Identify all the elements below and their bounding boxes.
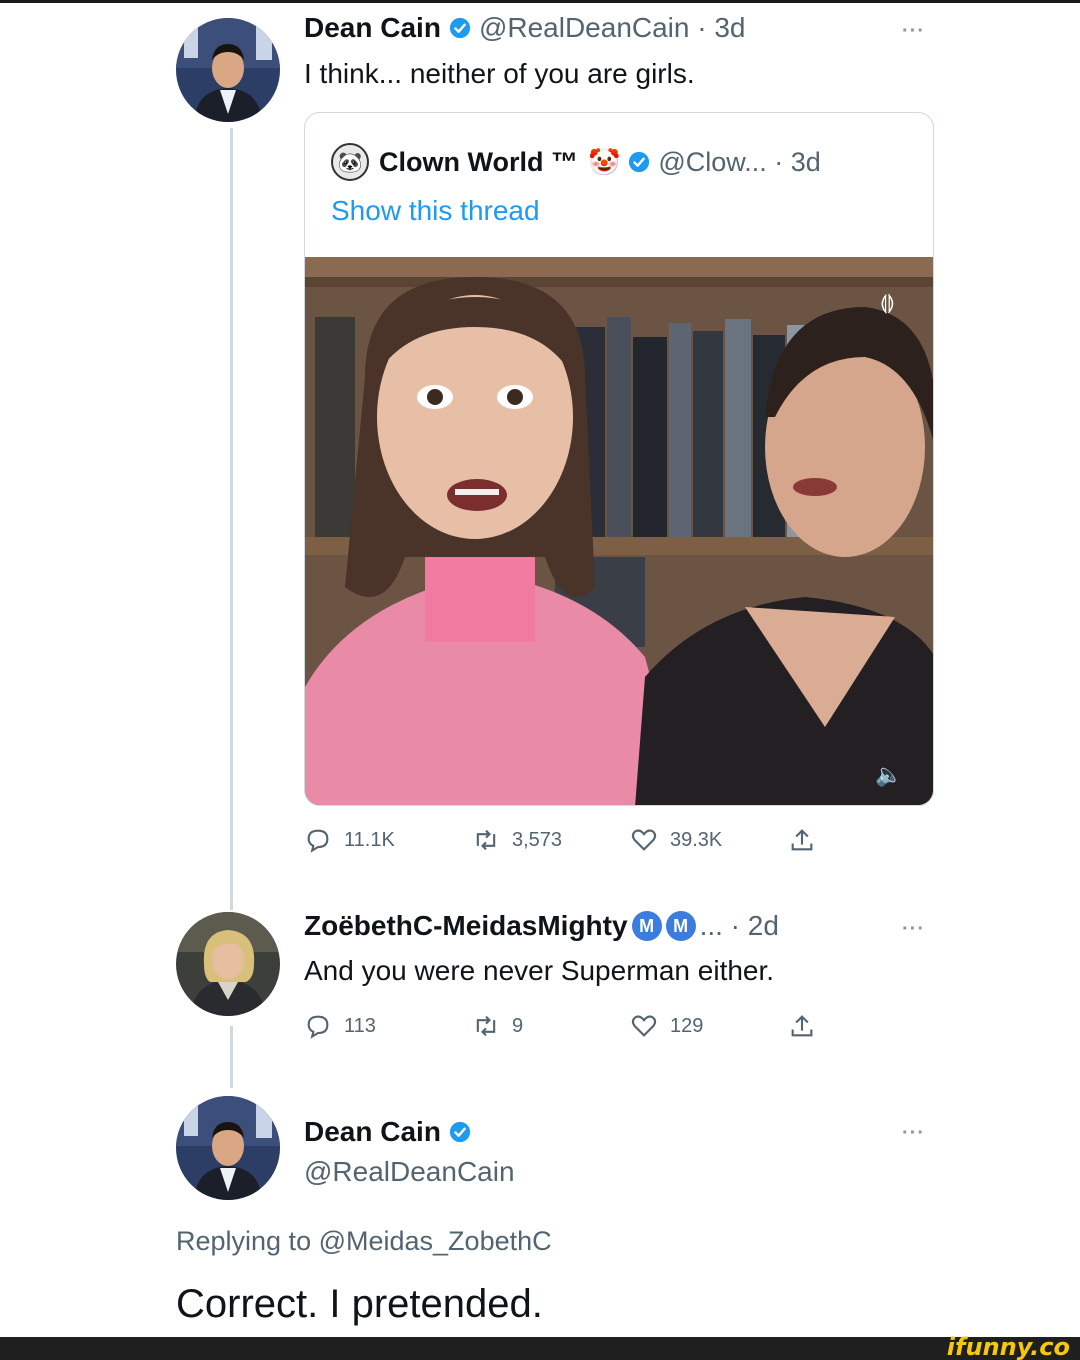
verified-badge-icon <box>449 17 471 39</box>
share-icon <box>791 1015 813 1037</box>
tweet1-like-count: 39.3K <box>670 828 723 851</box>
tweet2-author-name[interactable]: ZoëbethC-MeidasMighty <box>304 910 628 942</box>
tweet1-like-button[interactable]: 39.3K <box>630 826 722 854</box>
tweet2-like-count: 129 <box>670 1014 704 1037</box>
heart-icon <box>631 1015 657 1037</box>
show-thread-link[interactable]: Show this thread <box>331 195 540 227</box>
meidas-badge-icon: M <box>631 911 662 941</box>
tweet3-author-name[interactable]: Dean Cain <box>304 1116 441 1148</box>
avatar-zoebeth[interactable] <box>176 912 280 1016</box>
quote-handle-time[interactable]: @Clow... · 3d <box>658 147 820 178</box>
ifunny-watermark: ifunny.co <box>946 1333 1070 1360</box>
thread-line-2 <box>230 1026 233 1088</box>
tweet2-like-button[interactable]: 129 <box>630 1012 703 1040</box>
tweet1-retweet-count: 3,573 <box>512 828 563 851</box>
tweet2-reply-count: 113 <box>344 1014 376 1037</box>
tweet1-retweet-button[interactable]: 3,573 <box>472 826 562 854</box>
tweet2-handle-time[interactable]: ... · 2d <box>700 910 779 942</box>
replying-to-label: Replying to @Meidas_ZobethC <box>176 1226 552 1257</box>
replying-prefix: Replying to <box>176 1226 319 1256</box>
verified-badge-icon <box>628 151 650 173</box>
tweet1-header: Dean Cain @RealDeanCain · 3d <box>304 12 746 44</box>
tweet3-header: Dean Cain <box>304 1116 479 1148</box>
verified-badge-icon <box>449 1121 471 1143</box>
tweet1-reply-button[interactable]: 11.1K <box>304 826 395 854</box>
retweet-icon <box>476 829 496 851</box>
quoted-tweet-card[interactable]: 🐼 Clown World ™ 🤡 @Clow... · 3d Show thi… <box>304 112 934 806</box>
tweet2-reply-button[interactable]: 113 <box>304 1012 376 1040</box>
quote-video[interactable]: ⟬⟭ 🔈 <box>305 257 933 805</box>
footer-bar <box>0 1337 1080 1360</box>
meidas-badge-text: M <box>673 915 689 936</box>
tweet1-share-button[interactable] <box>788 826 828 854</box>
replying-to-mention[interactable]: @Meidas_ZobethC <box>319 1226 552 1256</box>
tweet2-retweet-count: 9 <box>512 1014 524 1037</box>
svg-text:🔈: 🔈 <box>875 763 902 788</box>
retweet-icon <box>476 1015 496 1037</box>
heart-icon <box>631 829 657 851</box>
tweet3-text: Correct. I pretended. <box>176 1282 543 1326</box>
quote-author-name[interactable]: Clown World ™ <box>379 147 578 178</box>
tweet1-more-icon[interactable]: ··· <box>902 20 925 43</box>
avatar-dean-cain[interactable] <box>176 18 280 122</box>
meidas-badge-text: M <box>639 915 655 936</box>
tweet1-handle-time[interactable]: @RealDeanCain · 3d <box>479 12 746 44</box>
reply-icon <box>307 1015 329 1039</box>
quote-header: 🐼 Clown World ™ 🤡 @Clow... · 3d <box>331 143 821 181</box>
thread-line-1 <box>230 128 233 910</box>
tweet2-retweet-button[interactable]: 9 <box>472 1012 523 1040</box>
tweet2-share-button[interactable] <box>788 1012 828 1040</box>
tweet2-more-icon[interactable]: ··· <box>902 918 925 941</box>
tweet3-more-icon[interactable]: ··· <box>902 1122 925 1145</box>
clown-emoji-icon: 🤡 <box>587 146 621 177</box>
tweet2-header: ZoëbethC-MeidasMighty M M ... · 2d <box>304 910 779 942</box>
meidas-badge-icon: M <box>665 911 696 941</box>
tweet1-text: I think... neither of you are girls. <box>304 58 695 89</box>
share-icon <box>791 829 813 851</box>
tweet1-author-name[interactable]: Dean Cain <box>304 12 441 44</box>
tweet2-text: And you were never Superman either. <box>304 955 775 986</box>
avatar-dean-cain[interactable] <box>176 1096 280 1200</box>
reply-icon <box>307 829 329 853</box>
top-border <box>0 0 1080 3</box>
tweet1-reply-count: 11.1K <box>344 828 395 851</box>
svg-text:⟬⟭: ⟬⟭ <box>880 290 895 314</box>
quote-avatar-icon: 🐼 <box>331 143 369 181</box>
tweet3-handle[interactable]: @RealDeanCain <box>304 1156 515 1188</box>
